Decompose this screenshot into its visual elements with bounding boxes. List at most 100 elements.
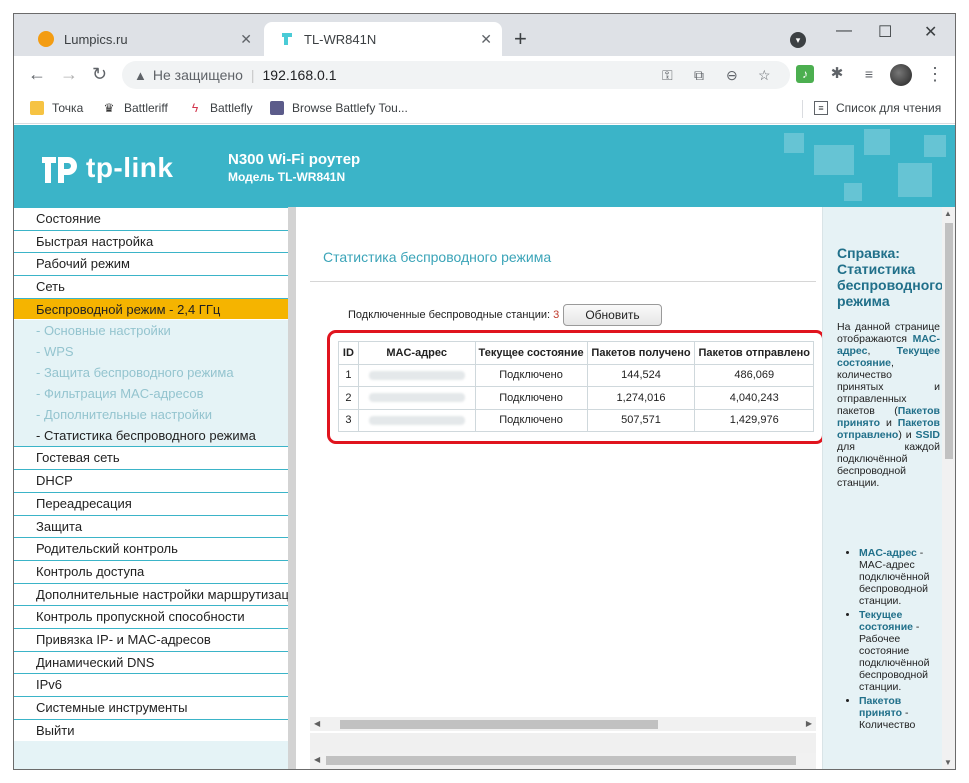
sidebar-item-ddns[interactable]: Динамический DNS [14,650,288,674]
highlight-frame: ID MAC-адрес Текущее состояние Пакетов п… [327,330,825,444]
submenu-mac-filtering[interactable]: - Фильтрация MAC-адресов [14,383,288,405]
close-icon[interactable]: ✕ [480,31,492,48]
column-header: MAC-адрес [357,341,476,365]
decoration [784,133,804,153]
table-row: 3 Подключено 507,571 1,429,976 [338,408,814,432]
scroll-up-icon[interactable]: ▲ [944,209,952,218]
list-item: MAC-адрес - MAC-адрес подключённой беспр… [859,547,943,607]
sidebar-item-security[interactable]: Защита [14,514,288,538]
cell-status: Подключено [474,408,588,432]
bookmark-battleriff[interactable]: ♛ Battleriff [102,101,168,115]
scroll-right-icon[interactable]: ▶ [806,717,812,731]
submenu-wireless-statistics[interactable]: - Статистика беспроводного режима [14,425,288,447]
submenu-wireless-security[interactable]: - Защита беспроводного режима [14,362,288,384]
cell-received: 144,524 [586,363,696,387]
warning-icon[interactable]: ▲ [134,68,147,83]
horizontal-scrollbar[interactable]: ◀ [310,753,816,767]
sidebar-item-logout[interactable]: Выйти [14,718,288,742]
column-header: Текущее состояние [474,341,588,365]
horizontal-scrollbar[interactable]: ◀ ▶ [310,717,816,731]
sidebar-item-operation-mode[interactable]: Рабочий режим [14,252,288,276]
table-row: 2 Подключено 1,274,016 4,040,243 [338,386,814,410]
refresh-button[interactable]: Обновить [563,304,662,326]
bookmark-tochka[interactable]: Точка [30,101,83,115]
sidebar-item-dhcp[interactable]: DHCP [14,469,288,492]
new-tab-button[interactable]: + [514,28,527,50]
bookmark-battlefy[interactable]: Browse Battlefy Tou... [270,101,408,115]
battlefy-icon [270,101,284,115]
minimize-button[interactable]: — [836,22,852,40]
scroll-left-icon[interactable]: ◀ [314,717,320,731]
tab-lumpics[interactable]: Lumpics.ru ✕ [22,22,262,56]
scrollbar-thumb[interactable] [326,756,796,765]
tab-title: TL-WR841N [304,31,377,47]
sidebar-item-parental-control[interactable]: Родительский контроль [14,537,288,560]
list-item: Текущее состояние - Рабочее состояние по… [859,609,943,693]
scroll-left-icon[interactable]: ◀ [314,753,320,767]
menu-icon[interactable]: ⋮ [926,64,944,85]
sidebar-item-access-control[interactable]: Контроль доступа [14,559,288,583]
bookmarks-bar: Точка ♛ Battleriff ϟ Battlefly Browse Ba… [14,94,955,124]
zoom-icon[interactable]: ⊖ [726,67,738,84]
sidebar-item-network[interactable]: Сеть [14,275,288,298]
submenu-wps[interactable]: - WPS [14,341,288,363]
battleriff-icon: ♛ [103,101,115,115]
reading-list[interactable]: ≡ Список для чтения [814,101,941,115]
sidebar-item-wireless[interactable]: Беспроводной режим - 2,4 ГГц [14,297,288,321]
submenu-advanced[interactable]: - Дополнительные настройки [14,404,288,426]
tplink-logo: tp-link [38,147,174,189]
scrollbar-thumb[interactable] [340,720,658,729]
help-title: Справка: Статистика беспроводного режима [837,245,944,309]
cell-status: Подключено [474,386,588,410]
cell-mac-blurred [357,408,476,432]
sidebar-item-system-tools[interactable]: Системные инструменты [14,696,288,719]
column-header: Пакетов получено [586,341,696,365]
back-icon[interactable]: ← [28,64,46,85]
sidebar-item-bandwidth-control[interactable]: Контроль пропускной способности [14,605,288,628]
address-bar[interactable]: ▲ Не защищено | 192.168.0.1 ⚿ ⧉ ⊖ ☆ [122,61,790,89]
sidebar-item-quick-setup[interactable]: Быстрая настройка [14,229,288,253]
tab-search-icon[interactable]: ▾ [790,32,806,48]
scroll-down-icon[interactable]: ▼ [944,758,952,767]
star-icon[interactable]: ☆ [758,67,771,84]
close-window-button[interactable]: ✕ [924,22,937,42]
bookmark-battlefly[interactable]: ϟ Battlefly [188,101,253,115]
submenu-basic-settings[interactable]: - Основные настройки [14,320,288,342]
translate-icon[interactable]: ⧉ [694,67,704,84]
column-header: Пакетов отправлено [694,341,814,365]
sidebar-item-ipv6[interactable]: IPv6 [14,673,288,696]
scrollbar-thumb[interactable] [945,223,953,459]
sidebar-item-forwarding[interactable]: Переадресация [14,491,288,515]
vertical-scrollbar[interactable]: ▲ ▼ [942,207,955,769]
forward-icon[interactable]: → [60,64,78,85]
table-header-row: ID MAC-адрес Текущее состояние Пакетов п… [338,341,814,365]
stations-table: ID MAC-адрес Текущее состояние Пакетов п… [338,341,814,432]
cell-mac-blurred [357,386,476,410]
sidebar-item-guest-network[interactable]: Гостевая сеть [14,446,288,470]
cell-mac-blurred [357,363,476,387]
music-extension-icon[interactable]: ♪ [796,65,814,83]
sidebar-item-advanced-routing[interactable]: Дополнительные настройки маршрутизации [14,582,288,606]
folder-icon [30,101,44,115]
sidebar-item-ip-mac-binding[interactable]: Привязка IP- и MAC-адресов [14,627,288,651]
not-secure-label[interactable]: Не защищено [153,67,243,83]
key-icon[interactable]: ⚿ [662,67,673,84]
tab-tl-wr841n[interactable]: TL-WR841N ✕ [264,22,502,56]
maximize-button[interactable]: ☐ [878,22,892,42]
avatar[interactable] [890,64,912,86]
page-title: Статистика беспроводного режима [323,249,552,265]
extensions-icon[interactable]: ✱ [828,65,846,83]
cell-sent: 486,069 [694,363,814,387]
help-list-term: Текущее состояние [859,609,913,633]
reload-icon[interactable]: ↻ [92,64,107,85]
close-icon[interactable]: ✕ [240,31,252,48]
bookmark-label: Battlefly [210,101,253,115]
sidebar-item-status[interactable]: Состояние [14,207,288,230]
tab-strip: Lumpics.ru ✕ TL-WR841N ✕ + ▾ — ☐ ✕ [14,14,955,56]
sidebar-menu: Состояние Быстрая настройка Рабочий режи… [14,207,296,769]
tab-title: Lumpics.ru [64,31,128,47]
url-text[interactable]: 192.168.0.1 [263,67,337,83]
media-control-icon[interactable]: ≡ [860,65,878,83]
tplink-icon [282,33,292,45]
brand-name: tp-link [86,152,174,183]
